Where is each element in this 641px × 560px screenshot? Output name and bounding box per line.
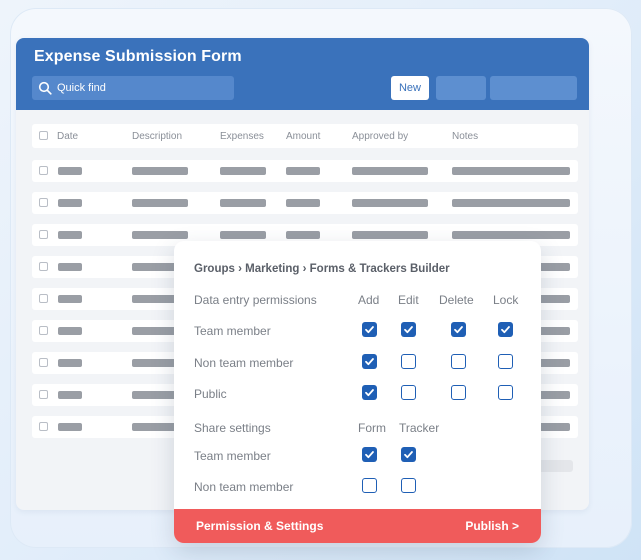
- column-header-description: Description: [132, 131, 183, 142]
- cell-placeholder: [58, 167, 82, 175]
- table-row[interactable]: [32, 192, 578, 214]
- quick-find-search[interactable]: Quick find: [32, 76, 234, 100]
- column-header-notes: Notes: [452, 131, 479, 142]
- cell-placeholder: [452, 231, 570, 239]
- column-lock: Lock: [493, 293, 519, 307]
- column-form: Form: [358, 421, 386, 435]
- public-label: Public: [194, 387, 227, 401]
- cell-placeholder: [58, 263, 82, 271]
- unchecked-checkbox[interactable]: [498, 354, 513, 369]
- checked-checkbox[interactable]: [498, 322, 513, 337]
- table-row[interactable]: [32, 160, 578, 182]
- publish-button[interactable]: Publish >: [465, 519, 519, 533]
- toolbar-button-placeholder[interactable]: [436, 76, 486, 100]
- search-icon: [38, 81, 52, 95]
- cell-placeholder: [286, 167, 320, 175]
- cell-placeholder: [286, 199, 320, 207]
- column-header-date: Date: [57, 131, 79, 142]
- unchecked-checkbox[interactable]: [498, 385, 513, 400]
- checked-checkbox[interactable]: [451, 322, 466, 337]
- cell-placeholder: [132, 231, 188, 239]
- search-placeholder: Quick find: [57, 82, 106, 94]
- cell-placeholder: [58, 199, 82, 207]
- column-header-expenses: Expenses: [220, 131, 264, 142]
- share-non-team-member-label: Non team member: [194, 480, 294, 494]
- select-all-checkbox[interactable]: [39, 131, 48, 140]
- cell-placeholder: [132, 199, 188, 207]
- toolbar-button-placeholder[interactable]: [490, 76, 577, 100]
- cell-placeholder: [352, 231, 428, 239]
- cell-placeholder: [220, 199, 266, 207]
- cell-placeholder: [220, 231, 266, 239]
- unchecked-checkbox[interactable]: [451, 354, 466, 369]
- row-checkbox[interactable]: [39, 358, 48, 367]
- unchecked-checkbox[interactable]: [451, 385, 466, 400]
- cell-placeholder: [352, 199, 428, 207]
- team-member-label: Team member: [194, 324, 271, 338]
- unchecked-checkbox[interactable]: [362, 478, 377, 493]
- checked-checkbox[interactable]: [362, 447, 377, 462]
- row-checkbox[interactable]: [39, 422, 48, 431]
- cell-placeholder: [220, 167, 266, 175]
- row-checkbox[interactable]: [39, 198, 48, 207]
- permissions-dialog: Groups › Marketing › Forms & Trackers Bu…: [174, 241, 541, 543]
- cell-placeholder: [58, 295, 82, 303]
- column-add: Add: [358, 293, 380, 307]
- column-header-amount: Amount: [286, 131, 321, 142]
- column-header-approved-by: Approved by: [352, 131, 409, 142]
- form-title: Expense Submission Form: [34, 48, 242, 65]
- unchecked-checkbox[interactable]: [401, 385, 416, 400]
- row-checkbox[interactable]: [39, 166, 48, 175]
- checked-checkbox[interactable]: [362, 385, 377, 400]
- new-button[interactable]: New: [391, 76, 429, 100]
- unchecked-checkbox[interactable]: [401, 354, 416, 369]
- cell-placeholder: [132, 167, 188, 175]
- cell-placeholder: [58, 391, 82, 399]
- row-checkbox[interactable]: [39, 326, 48, 335]
- dialog-footer: Permission & Settings Publish >: [174, 509, 541, 543]
- row-checkbox[interactable]: [39, 294, 48, 303]
- share-team-member-label: Team member: [194, 449, 271, 463]
- column-tracker: Tracker: [399, 421, 440, 435]
- cell-placeholder: [352, 167, 428, 175]
- row-checkbox[interactable]: [39, 390, 48, 399]
- cell-placeholder: [58, 359, 82, 367]
- checked-checkbox[interactable]: [362, 354, 377, 369]
- unchecked-checkbox[interactable]: [401, 478, 416, 493]
- permission-settings-tab[interactable]: Permission & Settings: [196, 519, 323, 533]
- cell-placeholder: [286, 231, 320, 239]
- cell-placeholder: [58, 231, 82, 239]
- share-settings-label: Share settings: [194, 421, 271, 435]
- data-entry-permissions-label: Data entry permissions: [194, 293, 317, 307]
- breadcrumb: Groups › Marketing › Forms & Trackers Bu…: [194, 263, 450, 275]
- checked-checkbox[interactable]: [401, 447, 416, 462]
- row-checkbox[interactable]: [39, 262, 48, 271]
- checked-checkbox[interactable]: [362, 322, 377, 337]
- form-header: Expense Submission Form Quick find New: [16, 38, 589, 110]
- column-delete: Delete: [439, 293, 474, 307]
- cell-placeholder: [452, 199, 570, 207]
- cell-placeholder: [452, 167, 570, 175]
- table-header: Date Description Expenses Amount Approve…: [32, 124, 578, 148]
- non-team-member-label: Non team member: [194, 356, 294, 370]
- checked-checkbox[interactable]: [401, 322, 416, 337]
- cell-placeholder: [58, 423, 82, 431]
- column-edit: Edit: [398, 293, 419, 307]
- row-checkbox[interactable]: [39, 230, 48, 239]
- cell-placeholder: [58, 327, 82, 335]
